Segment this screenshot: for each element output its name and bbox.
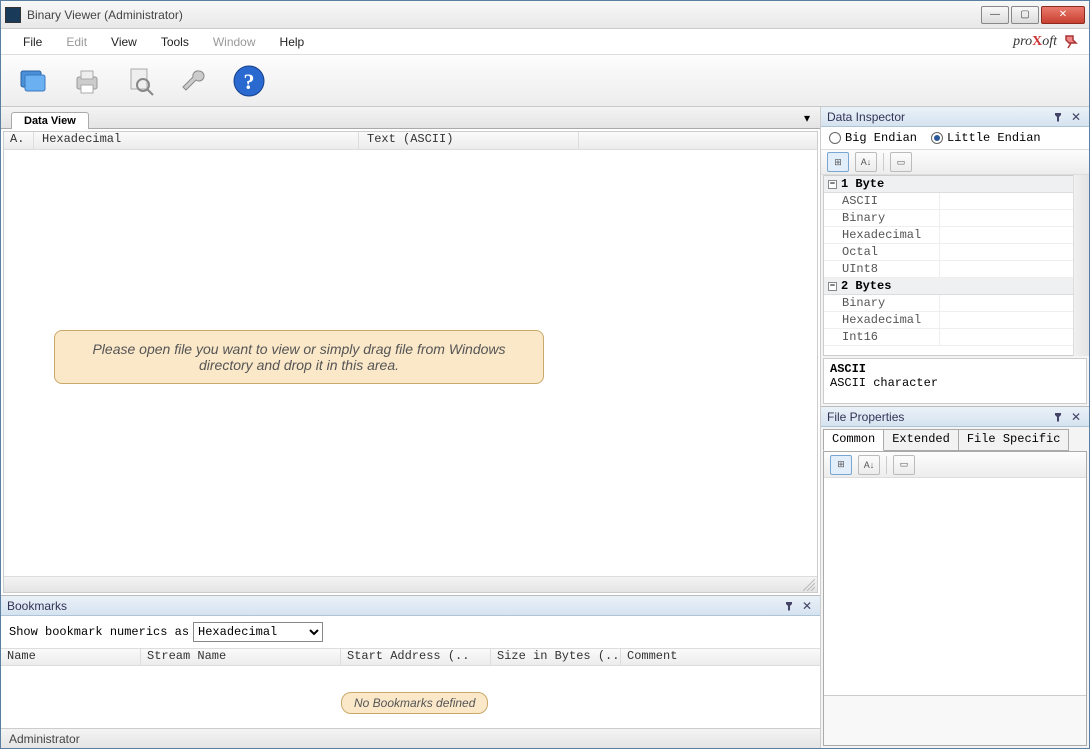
- inspector-description: ASCII ASCII character: [823, 358, 1087, 404]
- group-2-bytes: −2 Bytes: [824, 278, 1086, 295]
- tab-common[interactable]: Common: [823, 429, 884, 451]
- collapse-icon[interactable]: −: [828, 282, 837, 291]
- svg-text:?: ?: [244, 69, 255, 94]
- drop-hint: Please open file you want to view or sim…: [54, 330, 544, 384]
- pin-icon[interactable]: [1051, 410, 1065, 424]
- menu-window[interactable]: Window: [201, 31, 268, 53]
- fileprops-grid: [824, 478, 1086, 695]
- property-pages-icon[interactable]: ▭: [890, 152, 912, 172]
- maximize-button[interactable]: ▢: [1011, 6, 1039, 24]
- collapse-icon[interactable]: −: [828, 180, 837, 189]
- statusbar: Administrator: [1, 728, 820, 748]
- menu-edit[interactable]: Edit: [54, 31, 99, 53]
- inspector-grid[interactable]: −1 Byte ASCII Binary Hexadecimal Octal U…: [823, 175, 1087, 356]
- inspector-title: Data Inspector: [827, 110, 1047, 124]
- bookmarks-header: Bookmarks ✕: [1, 596, 820, 616]
- bookmarks-toolbar: Show bookmark numerics as Hexadecimal: [1, 616, 820, 648]
- bookmark-format-select[interactable]: Hexadecimal: [193, 622, 323, 642]
- col-hex[interactable]: Hexadecimal: [34, 132, 359, 149]
- bm-col-stream[interactable]: Stream Name: [141, 649, 341, 665]
- settings-button[interactable]: [175, 61, 215, 101]
- tab-extended[interactable]: Extended: [883, 429, 959, 451]
- col-ascii[interactable]: Text (ASCII): [359, 132, 579, 149]
- data-view-body[interactable]: Please open file you want to view or sim…: [4, 150, 817, 576]
- fileprops-tabs: Common Extended File Specific: [823, 429, 1087, 451]
- minimize-button[interactable]: —: [981, 6, 1009, 24]
- inspector-header: Data Inspector ✕: [821, 107, 1089, 127]
- close-icon[interactable]: ✕: [800, 599, 814, 613]
- bm-col-start[interactable]: Start Address (..: [341, 649, 491, 665]
- close-icon[interactable]: ✕: [1069, 410, 1083, 424]
- fileprops-description: [824, 695, 1086, 745]
- scrollbar[interactable]: [1073, 175, 1089, 356]
- brand-logo: proXoft: [1013, 34, 1063, 50]
- big-endian-radio[interactable]: Big Endian: [829, 131, 917, 145]
- little-endian-radio[interactable]: Little Endian: [931, 131, 1041, 145]
- menubar: File Edit View Tools Window Help proXoft: [1, 29, 1089, 55]
- bookmarks-panel: Bookmarks ✕ Show bookmark numerics as He…: [1, 595, 820, 728]
- bm-col-name[interactable]: Name: [1, 649, 141, 665]
- pin-icon[interactable]: [1051, 110, 1065, 124]
- inspector-toolbar: ⊞ A↓ ▭: [821, 149, 1089, 175]
- status-text: Administrator: [9, 732, 80, 746]
- no-bookmarks-hint: No Bookmarks defined: [341, 692, 488, 714]
- group-1-byte: −1 Byte: [824, 176, 1086, 193]
- bookmark-format-label: Show bookmark numerics as: [9, 625, 189, 639]
- pin-icon[interactable]: [782, 599, 796, 613]
- close-button[interactable]: ✕: [1041, 6, 1085, 24]
- tab-file-specific[interactable]: File Specific: [958, 429, 1070, 451]
- data-view-footer: [4, 576, 817, 592]
- fileprops-title: File Properties: [827, 410, 1047, 424]
- pushpin-icon[interactable]: [1063, 34, 1079, 50]
- bm-col-size[interactable]: Size in Bytes (..: [491, 649, 621, 665]
- tab-data-view[interactable]: Data View: [11, 112, 89, 129]
- fileprops-toolbar: ⊞ A↓ ▭: [824, 452, 1086, 478]
- alphabetical-icon[interactable]: A↓: [855, 152, 877, 172]
- bm-col-comment[interactable]: Comment: [621, 649, 820, 665]
- help-button[interactable]: ?: [229, 61, 269, 101]
- print-button[interactable]: [67, 61, 107, 101]
- search-button[interactable]: [121, 61, 161, 101]
- dataview-tabstrip: Data View ▾: [1, 107, 820, 129]
- app-icon: [5, 7, 21, 23]
- close-icon[interactable]: ✕: [1069, 110, 1083, 124]
- property-pages-icon[interactable]: ▭: [893, 455, 915, 475]
- window-title: Binary Viewer (Administrator): [27, 8, 981, 22]
- main-toolbar: ?: [1, 55, 1089, 107]
- open-file-button[interactable]: [13, 61, 53, 101]
- categorized-icon[interactable]: ⊞: [827, 152, 849, 172]
- endian-options: Big Endian Little Endian: [821, 127, 1089, 149]
- menu-tools[interactable]: Tools: [149, 31, 201, 53]
- fileprops-header: File Properties ✕: [821, 407, 1089, 427]
- window-controls: — ▢ ✕: [981, 6, 1085, 24]
- menu-view[interactable]: View: [99, 31, 149, 53]
- titlebar: Binary Viewer (Administrator) — ▢ ✕: [1, 1, 1089, 29]
- menu-help[interactable]: Help: [268, 31, 317, 53]
- alphabetical-icon[interactable]: A↓: [858, 455, 880, 475]
- categorized-icon[interactable]: ⊞: [830, 455, 852, 475]
- data-inspector-panel: Data Inspector ✕ Big Endian Little Endia…: [821, 107, 1089, 407]
- data-view-header: A. Hexadecimal Text (ASCII): [4, 132, 817, 150]
- col-address[interactable]: A.: [4, 132, 34, 149]
- tabstrip-dropdown-icon[interactable]: ▾: [804, 111, 816, 123]
- bookmarks-columns: Name Stream Name Start Address (.. Size …: [1, 648, 820, 666]
- bookmarks-body: No Bookmarks defined: [1, 666, 820, 728]
- app-window: Binary Viewer (Administrator) — ▢ ✕ File…: [0, 0, 1090, 749]
- file-properties-panel: File Properties ✕ Common Extended File S…: [821, 407, 1089, 748]
- bookmarks-title: Bookmarks: [7, 599, 778, 613]
- data-view-panel: A. Hexadecimal Text (ASCII) Please open …: [3, 131, 818, 593]
- menu-file[interactable]: File: [11, 31, 54, 53]
